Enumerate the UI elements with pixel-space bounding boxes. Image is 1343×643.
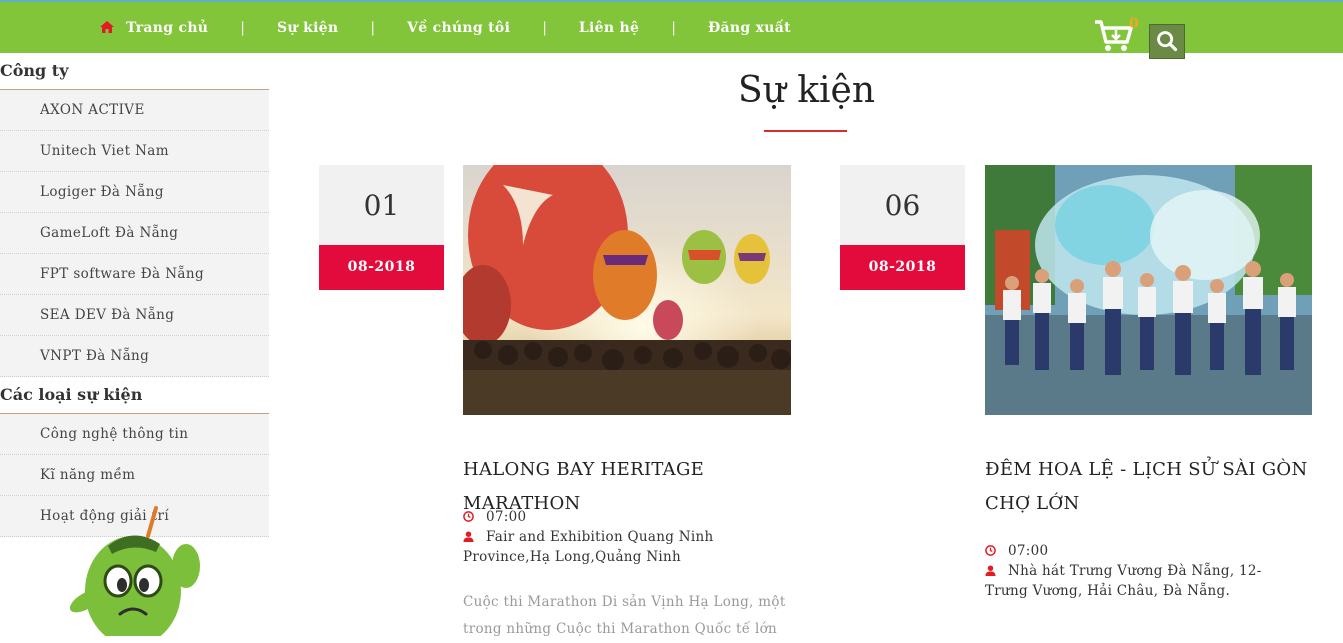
event-time-value: 07:00: [1008, 543, 1049, 559]
sidebar-item-company[interactable]: VNPT Đà Nẵng: [0, 336, 269, 377]
search-icon: [1157, 31, 1178, 52]
event-image-balloons-art: [463, 165, 791, 415]
sidebar-heading-event-types: Các loại sự kiện: [0, 377, 269, 414]
event-image-color-festival-art: [985, 165, 1312, 415]
event-location: Fair and Exhibition Quang Ninh Province,…: [463, 527, 763, 567]
event-location-value: Fair and Exhibition Quang Ninh Province,…: [463, 529, 714, 565]
event-time: 07:00: [985, 541, 1048, 561]
event-month: 08-2018: [840, 245, 965, 290]
sidebar-item-company[interactable]: FPT software Đà Nẵng: [0, 254, 269, 295]
top-navbar: Trang chủ | Sự kiện | Về chúng tôi | Liê…: [0, 0, 1343, 59]
clock-icon: [985, 545, 996, 556]
title-underline: [764, 130, 847, 132]
event-day: 01: [319, 165, 444, 245]
nav-home[interactable]: Trang chủ: [100, 20, 208, 36]
event-description: Cuộc thi Marathon Di sản Vịnh Hạ Long, m…: [463, 594, 786, 637]
event-time-value: 07:00: [486, 509, 527, 525]
clock-icon: [463, 511, 474, 522]
user-icon: [463, 531, 474, 542]
nav-separator: |: [671, 19, 676, 36]
nav-about[interactable]: Về chúng tôi: [407, 20, 510, 36]
sidebar-item-company[interactable]: GameLoft Đà Nẵng: [0, 213, 269, 254]
sidebar: Công ty AXON ACTIVE Unitech Viet Nam Log…: [0, 53, 269, 537]
event-image-color-festival[interactable]: [985, 165, 1312, 415]
search-button[interactable]: [1149, 24, 1185, 59]
cart-count-badge: 0: [1129, 16, 1139, 32]
mascot-image: [69, 506, 200, 636]
nav-events[interactable]: Sự kiện: [277, 20, 338, 36]
event-image-balloons[interactable]: [463, 165, 791, 415]
nav-separator: |: [240, 19, 245, 36]
event-location: Nhà hát Trưng Vương Đà Nẵng, 12-Trưng Vư…: [985, 561, 1285, 601]
event-time: 07:00: [463, 507, 526, 527]
home-icon: [100, 20, 114, 33]
sidebar-item-company[interactable]: Unitech Viet Nam: [0, 131, 269, 172]
nav-separator: |: [370, 19, 376, 36]
event-location-value: Nhà hát Trưng Vương Đà Nẵng, 12-Trưng Vư…: [985, 563, 1262, 599]
event-title[interactable]: ĐÊM HOA LỆ - LỊCH SỬ SÀI GÒN CHỢ LỚN: [985, 453, 1315, 521]
main-nav: Trang chủ | Sự kiện | Về chúng tôi | Liê…: [100, 2, 791, 53]
user-icon: [985, 565, 996, 576]
event-date-box: 06 08-2018: [840, 165, 965, 290]
cart-icon[interactable]: [1094, 18, 1134, 54]
sidebar-item-event-type[interactable]: Công nghệ thông tin: [0, 414, 269, 455]
sidebar-item-event-type[interactable]: Kĩ năng mềm: [0, 455, 269, 496]
event-day: 06: [840, 165, 965, 245]
nav-contact[interactable]: Liên hệ: [579, 20, 639, 36]
sidebar-item-company[interactable]: Logiger Đà Nẵng: [0, 172, 269, 213]
nav-separator: |: [542, 19, 547, 36]
event-month: 08-2018: [319, 245, 444, 290]
event-date-box: 01 08-2018: [319, 165, 444, 290]
page-title: Sự kiện: [737, 70, 876, 111]
sidebar-item-company[interactable]: SEA DEV Đà Nẵng: [0, 295, 269, 336]
nav-logout[interactable]: Đăng xuất: [708, 20, 791, 36]
nav-home-label: Trang chủ: [126, 19, 209, 36]
